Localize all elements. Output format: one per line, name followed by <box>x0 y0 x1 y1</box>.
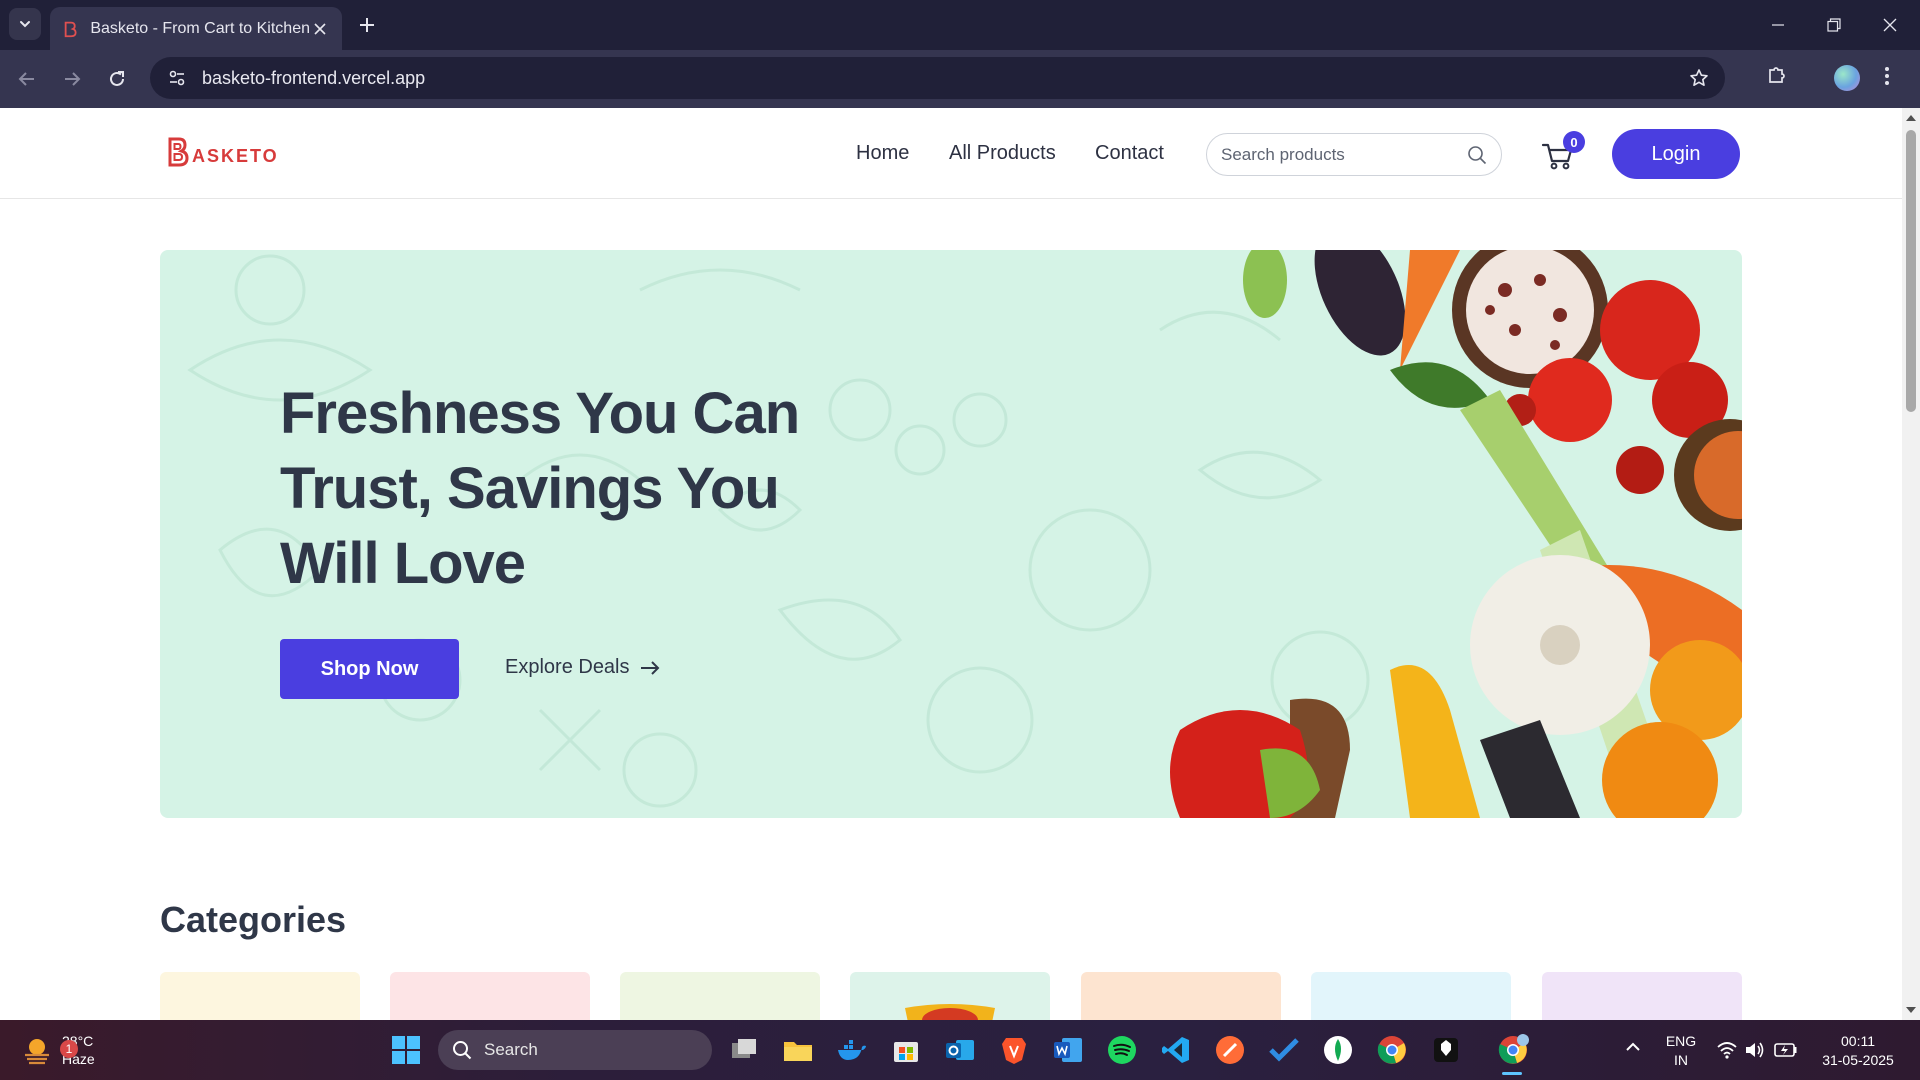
site-header: ASKETO Home All Products Contact 0 Login <box>0 108 1902 199</box>
chevron-up-icon[interactable] <box>1624 1038 1642 1056</box>
chrome-profile-icon[interactable] <box>1497 1034 1529 1066</box>
active-app-indicator <box>1502 1072 1522 1075</box>
search-icon[interactable] <box>1467 145 1487 165</box>
microsoft-store-icon[interactable] <box>890 1034 922 1066</box>
new-tab-button[interactable] <box>352 10 382 40</box>
taskbar-search-label: Search <box>484 1040 538 1059</box>
logo-b-mark-icon <box>168 137 189 167</box>
file-explorer-icon[interactable] <box>782 1034 814 1066</box>
categories-heading: Categories <box>160 899 347 940</box>
basketo-logo[interactable]: ASKETO <box>166 136 279 168</box>
more-vertical-icon <box>1885 67 1889 85</box>
category-card[interactable] <box>1311 972 1511 1020</box>
category-card[interactable] <box>160 972 360 1020</box>
cart-count-badge: 0 <box>1563 131 1585 153</box>
category-card[interactable] <box>1542 972 1742 1020</box>
taskbar-search[interactable]: Search <box>438 1030 712 1070</box>
search-icon <box>453 1041 472 1060</box>
puzzle-icon <box>1769 67 1785 83</box>
clock[interactable]: 00:11 31-05-2025 <box>1812 1032 1904 1070</box>
restore-icon <box>1827 18 1841 32</box>
page-scrollbar[interactable] <box>1902 108 1920 1020</box>
scroll-down-icon[interactable] <box>1905 1004 1917 1016</box>
haze-weather-icon <box>25 1039 49 1065</box>
plus-icon <box>360 18 374 32</box>
todo-icon[interactable] <box>1268 1034 1300 1066</box>
category-card[interactable] <box>850 972 1050 1020</box>
nav-contact[interactable]: Contact <box>1095 142 1164 165</box>
tune-icon <box>169 70 185 86</box>
logo-text: ASKETO <box>192 146 279 166</box>
close-icon <box>314 22 326 35</box>
scrollbar-thumb[interactable] <box>1906 130 1916 412</box>
browser-toolbar: basketo-frontend.vercel.app <box>0 50 1920 108</box>
time: 00:11 <box>1841 1033 1875 1049</box>
notion-icon[interactable] <box>1430 1034 1462 1066</box>
category-card[interactable] <box>390 972 590 1020</box>
star-icon <box>1690 69 1708 86</box>
url-text: basketo-frontend.vercel.app <box>202 67 426 88</box>
spotify-icon[interactable] <box>1106 1034 1138 1066</box>
address-bar[interactable]: basketo-frontend.vercel.app <box>150 57 1725 99</box>
windows-start-icon[interactable] <box>390 1034 422 1066</box>
weather-alert-badge: 1 <box>60 1040 78 1058</box>
weather-widget[interactable]: 1 28°C Haze <box>22 1032 95 1068</box>
scroll-up-icon[interactable] <box>1905 112 1917 124</box>
browser-tab[interactable]: Basketo - From Cart to Kitchen <box>50 7 342 50</box>
search-input[interactable] <box>1221 144 1467 165</box>
wifi-icon[interactable] <box>1716 1040 1738 1060</box>
date: 31-05-2025 <box>1822 1052 1894 1068</box>
close-icon <box>1883 18 1897 32</box>
reload-button[interactable] <box>102 64 132 94</box>
language-indicator[interactable]: ENG IN <box>1660 1032 1702 1070</box>
battery-icon[interactable] <box>1774 1041 1798 1059</box>
region-code: IN <box>1674 1052 1688 1068</box>
tab-close-button[interactable] <box>310 18 330 40</box>
brave-browser-icon[interactable] <box>998 1034 1030 1066</box>
category-product-image <box>905 1004 995 1020</box>
browser-tab-bar: Basketo - From Cart to Kitchen <box>0 0 1920 50</box>
chrome-icon[interactable] <box>1376 1034 1408 1066</box>
nav-all-products[interactable]: All Products <box>949 142 1056 165</box>
chevron-down-icon <box>20 21 30 28</box>
extensions-button[interactable] <box>1766 64 1788 91</box>
word-icon[interactable] <box>1052 1034 1084 1066</box>
vscode-icon[interactable] <box>1160 1034 1192 1066</box>
task-view-icon[interactable] <box>728 1034 760 1066</box>
postman-icon[interactable] <box>1214 1034 1246 1066</box>
windows-taskbar: 1 28°C Haze Search ENG IN 00:11 31-05-20… <box>0 1020 1920 1080</box>
bookmark-button[interactable] <box>1689 68 1709 93</box>
arrow-right-icon <box>65 72 81 86</box>
nav-home[interactable]: Home <box>856 142 909 165</box>
minimize-icon <box>1772 24 1784 26</box>
outlook-icon[interactable] <box>944 1034 976 1066</box>
close-window-button[interactable] <box>1862 0 1918 50</box>
reload-icon <box>110 71 124 86</box>
vegetables-image <box>1170 250 1742 818</box>
product-search <box>1206 133 1502 176</box>
forward-button[interactable] <box>57 64 87 94</box>
tab-search-button[interactable] <box>9 8 41 40</box>
tab-title: Basketo - From Cart to Kitchen <box>90 19 310 37</box>
minimize-button[interactable] <box>1750 0 1806 50</box>
mongodb-compass-icon[interactable] <box>1322 1034 1354 1066</box>
category-card[interactable] <box>620 972 820 1020</box>
profile-avatar[interactable] <box>1834 65 1860 91</box>
docker-icon[interactable] <box>836 1034 868 1066</box>
volume-icon[interactable] <box>1744 1040 1766 1060</box>
language-code: ENG <box>1665 1033 1697 1049</box>
hero-banner: Freshness You Can Trust, Savings You Wil… <box>160 250 1742 818</box>
login-button[interactable]: Login <box>1612 129 1740 179</box>
back-button[interactable] <box>12 64 42 94</box>
category-card[interactable] <box>1081 972 1281 1020</box>
site-info-button[interactable] <box>164 65 190 91</box>
arrow-left-icon <box>18 72 34 86</box>
restore-button[interactable] <box>1806 0 1862 50</box>
web-page: ASKETO Home All Products Contact 0 Login… <box>0 108 1902 1020</box>
browser-menu-button[interactable] <box>1884 66 1890 91</box>
basketo-favicon-icon <box>64 21 77 37</box>
